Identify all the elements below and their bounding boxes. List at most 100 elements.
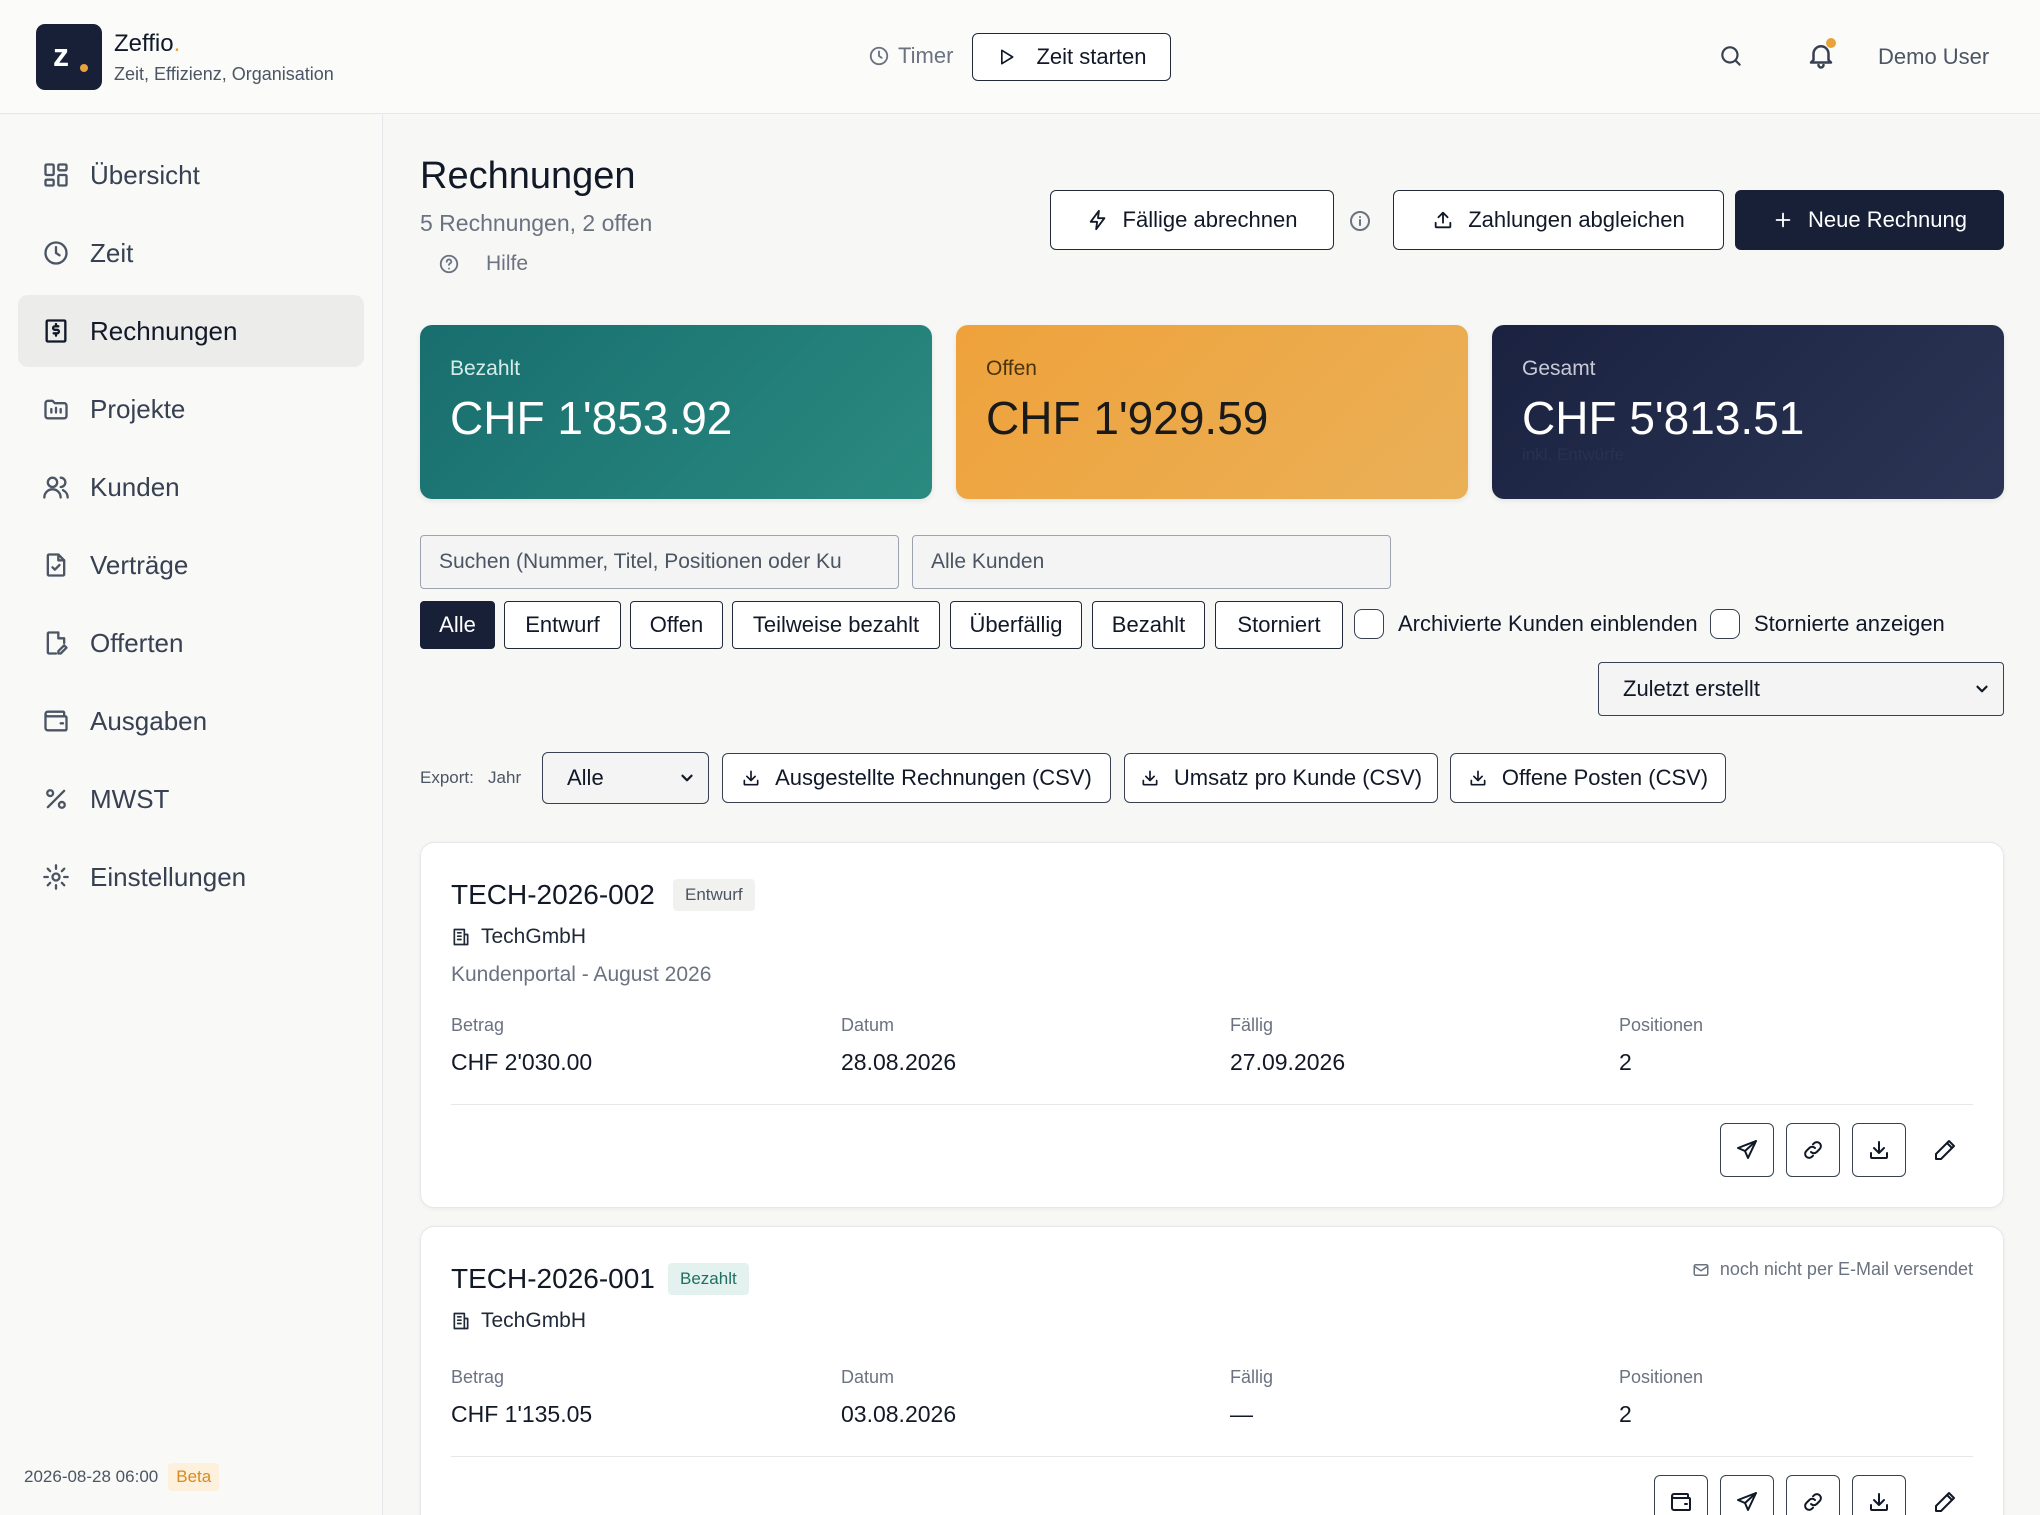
filter-storniert[interactable]: Storniert <box>1215 601 1343 649</box>
sidebar-item-vertraege[interactable]: Verträge <box>18 529 364 601</box>
filter-ueberfaellig[interactable]: Überfällig <box>950 601 1082 649</box>
filter-entwurf[interactable]: Entwurf <box>504 601 621 649</box>
dashboard-icon <box>44 163 68 187</box>
send-button[interactable] <box>1720 1475 1774 1515</box>
brand-tagline: Zeit, Effizienz, Organisation <box>114 64 334 84</box>
help-label: Hilfe <box>486 252 529 275</box>
export-open-label: Offene Posten (CSV) <box>1501 765 1709 790</box>
pencil-icon <box>1935 1492 1955 1512</box>
play-icon <box>1001 49 1014 65</box>
stat-label: Offen <box>986 357 1037 380</box>
filter-teilweise-bezahlt[interactable]: Teilweise bezahlt <box>732 601 940 649</box>
user-menu[interactable]: Demo User <box>1878 44 1989 70</box>
sort-value: Zuletzt erstellt <box>1623 676 1760 701</box>
start-timer-button[interactable]: Zeit starten <box>972 33 1171 81</box>
sidebar-item-rechnungen[interactable]: Rechnungen <box>18 295 364 367</box>
chevron-down-icon <box>1976 685 1988 693</box>
sidebar-item-projekte[interactable]: Projekte <box>18 373 364 445</box>
sidebar-item-label: Projekte <box>90 393 186 424</box>
date-label: Datum <box>841 1367 895 1387</box>
stat-label: Gesamt <box>1522 357 1596 380</box>
sort-select[interactable]: Zuletzt erstellt <box>1598 662 2004 716</box>
app-logo[interactable]: z <box>36 24 102 90</box>
sidebar-item-label: Einstellungen <box>90 861 247 892</box>
client-name: TechGmbH <box>481 925 587 948</box>
export-open-button[interactable]: Offene Posten (CSV) <box>1450 753 1726 803</box>
sidebar-item-uebersicht[interactable]: Übersicht <box>18 139 364 211</box>
current-timestamp: 2026-08-28 06:00 <box>24 1467 159 1486</box>
lightning-icon <box>1089 209 1105 231</box>
export-issued-label: Ausgestellte Rechnungen (CSV) <box>775 765 1092 790</box>
cancelled-checkbox[interactable]: Stornierte anzeigen <box>1710 609 1945 639</box>
date-value: 28.08.2026 <box>841 1049 957 1075</box>
filter-bezahlt[interactable]: Bezahlt <box>1092 601 1205 649</box>
search-icon[interactable] <box>1718 43 1744 69</box>
export-label: Export: Jahr <box>420 768 522 787</box>
invoice-number: TECH-2026-001 <box>451 1263 655 1294</box>
download-pdf-button[interactable] <box>1852 1475 1906 1515</box>
year-select[interactable]: Alle <box>542 752 709 804</box>
pencil-icon <box>1935 1140 1955 1160</box>
wallet-icon <box>44 710 68 732</box>
sidebar-item-einstellungen[interactable]: Einstellungen <box>18 841 364 913</box>
due-label: Fällig <box>1230 1015 1274 1035</box>
sidebar-item-ausgaben[interactable]: Ausgaben <box>18 685 364 757</box>
sidebar-item-mwst[interactable]: MWST <box>18 763 364 835</box>
new-invoice-button[interactable]: Neue Rechnung <box>1735 190 2004 250</box>
card-divider <box>451 1456 1973 1457</box>
edit-button[interactable] <box>1918 1475 1972 1515</box>
clock-icon <box>44 241 68 265</box>
sidebar-item-kunden[interactable]: Kunden <box>18 451 364 523</box>
export-issued-button[interactable]: Ausgestellte Rechnungen (CSV) <box>722 753 1111 803</box>
search-input[interactable]: Suchen (Nummer, Titel, Positionen oder K… <box>420 535 899 589</box>
sync-payments-button[interactable]: Zahlungen abgleichen <box>1393 190 1724 250</box>
help-icon <box>439 254 459 274</box>
date-label: Datum <box>841 1015 895 1035</box>
quote-icon <box>46 631 68 655</box>
send-button[interactable] <box>1720 1123 1774 1177</box>
top-header: z Zeffio. Zeit, Effizienz, Organisation … <box>0 0 2040 114</box>
download-icon <box>743 770 759 786</box>
building-icon <box>453 1312 469 1330</box>
beta-badge: Beta <box>168 1463 220 1491</box>
record-payment-button[interactable] <box>1654 1475 1708 1515</box>
invoice-card[interactable]: TECH-2026-002 Entwurf TechGmbH Kundenpor… <box>420 842 2004 1208</box>
items-value: 2 <box>1619 1049 1632 1075</box>
client-filter-input[interactable]: Alle Kunden <box>912 535 1391 589</box>
copy-link-button[interactable] <box>1786 1475 1840 1515</box>
logo-letter: z <box>53 37 69 73</box>
checkbox-box[interactable] <box>1354 609 1384 639</box>
filter-alle[interactable]: Alle <box>420 601 495 649</box>
email-status-note: noch nicht per E-Mail versendet <box>1692 1259 1973 1280</box>
chevron-down-icon <box>681 774 693 782</box>
download-pdf-button[interactable] <box>1852 1123 1906 1177</box>
send-icon <box>1737 1140 1757 1159</box>
checkbox-box[interactable] <box>1710 609 1740 639</box>
stat-card-paid: Bezahlt CHF 1'853.92 <box>420 325 932 499</box>
sidebar-item-label: Übersicht <box>90 159 200 190</box>
info-icon[interactable] <box>1348 209 1372 233</box>
users-icon <box>43 476 69 499</box>
sidebar-item-label: Zeit <box>90 237 134 268</box>
email-status-text: noch nicht per E-Mail versendet <box>1719 1259 1973 1279</box>
filter-offen[interactable]: Offen <box>630 601 723 649</box>
help-link[interactable]: Hilfe <box>438 252 528 276</box>
archived-clients-checkbox[interactable]: Archivierte Kunden einblenden <box>1354 609 1698 639</box>
edit-button[interactable] <box>1918 1123 1972 1177</box>
stat-value: CHF 5'813.51 <box>1522 392 1805 444</box>
download-icon <box>1142 770 1158 786</box>
sidebar-item-offerten[interactable]: Offerten <box>18 607 364 679</box>
stat-value: CHF 1'853.92 <box>450 392 733 444</box>
timer-indicator: Timer <box>868 43 953 69</box>
export-revenue-button[interactable]: Umsatz pro Kunde (CSV) <box>1124 753 1438 803</box>
sidebar-item-zeit[interactable]: Zeit <box>18 217 364 289</box>
upload-icon <box>1434 211 1452 229</box>
bill-due-button[interactable]: Fällige abrechnen <box>1050 190 1334 250</box>
invoice-card[interactable]: TECH-2026-001 Bezahlt noch nicht per E-M… <box>420 1226 2004 1515</box>
invoice-title: Kundenportal - August 2026 <box>451 963 712 986</box>
brand-name: Zeffio. <box>114 30 181 57</box>
sidebar-item-label: MWST <box>90 783 170 814</box>
copy-link-button[interactable] <box>1786 1123 1840 1177</box>
building-icon <box>453 928 469 946</box>
sidebar-item-label: Kunden <box>90 471 180 502</box>
